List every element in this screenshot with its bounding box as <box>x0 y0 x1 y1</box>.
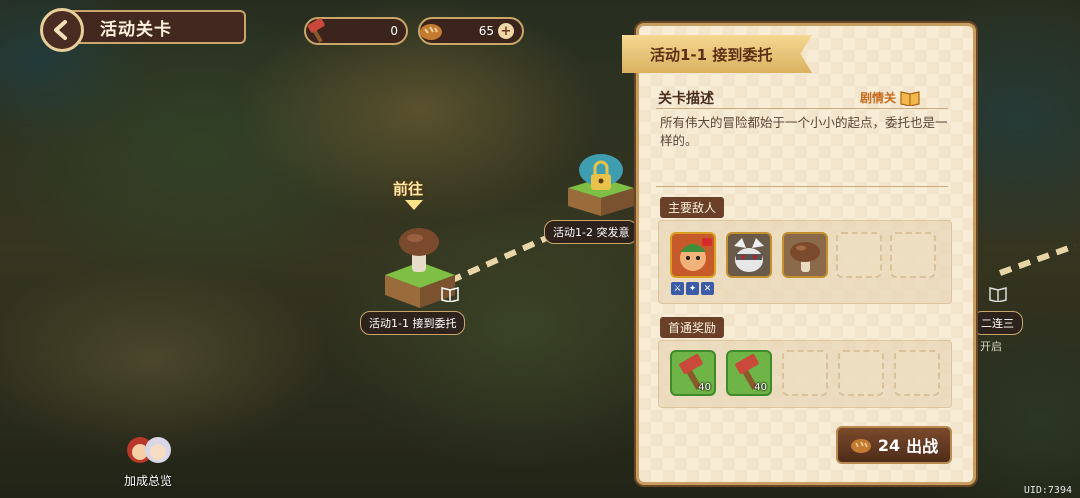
stage-label-1-1[interactable]: 活动1-1 接到委托 <box>360 311 466 335</box>
divider <box>656 108 948 109</box>
reward-slot-empty <box>838 350 884 396</box>
fight-label: 出战 <box>906 437 939 456</box>
reward-slot-empty <box>782 350 828 396</box>
resource-bread: 65 + <box>418 17 524 45</box>
enemy-traits: ⚔ ✦ ✕ <box>671 282 714 295</box>
rewards-title: 首通奖励 <box>660 317 725 338</box>
goto-label: 前往 <box>393 180 424 198</box>
user-id: UID:7394 <box>1023 485 1072 496</box>
characters-icon <box>127 437 171 463</box>
stage-node-1-2[interactable] <box>566 150 636 220</box>
reward-slot-empty <box>894 350 940 396</box>
divider <box>656 186 948 187</box>
hammer-icon <box>300 14 334 48</box>
bonus-overview-label: 加成总览 <box>123 474 172 488</box>
enemy-boss-icon[interactable] <box>670 232 716 278</box>
book-icon <box>989 287 1007 302</box>
bonus-overview-button[interactable]: 加成总览 <box>116 430 180 489</box>
enemy-wolf-icon[interactable] <box>726 232 772 278</box>
fight-cost: 24 <box>877 435 901 455</box>
sword-trait-icon: ⚔ <box>671 282 684 295</box>
fight-button[interactable]: 24 出战 <box>836 426 952 464</box>
back-button[interactable] <box>40 8 84 52</box>
add-bread-button[interactable]: + <box>498 23 514 39</box>
story-tag-label: 剧情关 <box>860 91 897 105</box>
stage-title: 活动1-1 接到委托 <box>622 35 812 73</box>
enemies-title: 主要敌人 <box>660 197 725 218</box>
bread-icon <box>850 439 871 453</box>
cross-trait-icon: ✕ <box>701 282 714 295</box>
stage-description: 所有伟大的冒险都始于一个小小的起点，委托也是一样的。 <box>660 115 948 148</box>
description-title: 关卡描述 <box>658 91 714 107</box>
page-title: 活动关卡 <box>100 19 172 40</box>
enemy-mushroom-icon[interactable] <box>782 232 828 278</box>
bread-icon <box>414 14 448 48</box>
stage-label-partial[interactable]: 二连三 <box>972 311 1023 335</box>
goto-arrow-icon <box>405 200 423 210</box>
reward-count: 40 <box>754 382 767 393</box>
hammer-count: 0 <box>390 24 398 38</box>
title-bar: 活动关卡 <box>70 10 246 44</box>
enemy-slot-empty <box>836 232 882 278</box>
story-stage-tag: 剧情关 <box>860 89 920 106</box>
book-icon <box>441 287 459 302</box>
enemy-slot-empty <box>890 232 936 278</box>
resource-hammer: 0 <box>304 17 408 45</box>
unlock-hint: 开启 <box>980 340 1002 353</box>
back-arrow-icon <box>54 20 67 40</box>
magic-trait-icon: ✦ <box>686 282 699 295</box>
reward-item[interactable]: 40 <box>670 350 716 396</box>
reward-item[interactable]: 40 <box>726 350 772 396</box>
book-icon <box>900 90 920 106</box>
bread-count: 65 <box>478 24 494 38</box>
reward-count: 40 <box>698 382 711 393</box>
stage-label-1-2[interactable]: 活动1-2 突发意 <box>544 220 639 244</box>
